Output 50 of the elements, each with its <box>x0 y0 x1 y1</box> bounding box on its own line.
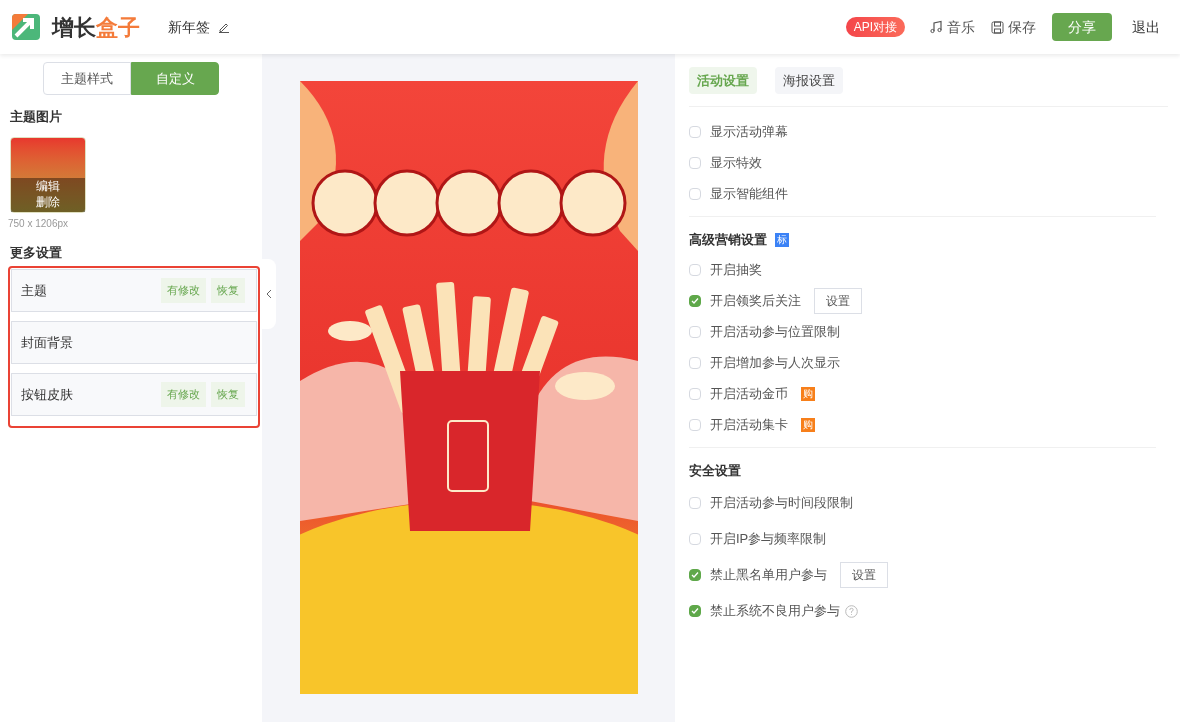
option-label: 开启活动金币 <box>710 384 788 403</box>
settings-tab[interactable]: 海报设置 <box>775 67 843 94</box>
help-icon[interactable] <box>845 604 858 618</box>
tag-badge: 标 <box>775 233 789 247</box>
option-label: 禁止系统不良用户参与 <box>710 602 840 621</box>
option-label: 显示智能组件 <box>710 184 788 203</box>
exit-button[interactable]: 退出 <box>1132 17 1160 37</box>
checkbox[interactable] <box>689 569 701 581</box>
settings-button[interactable]: 设置 <box>814 287 862 314</box>
image-size-caption: 750 x 1206px <box>8 216 70 231</box>
delete-link[interactable]: 删除 <box>36 193 60 210</box>
section-heading: 主题图片 <box>10 108 63 126</box>
modified-tag: 有修改 <box>161 278 206 303</box>
purchase-badge: 购 <box>801 386 815 401</box>
music-button[interactable]: 音乐 <box>929 17 975 37</box>
setting-item[interactable]: 按钮皮肤 有修改 恢复 <box>11 373 257 416</box>
mode-tab[interactable]: 主题样式 <box>43 62 131 95</box>
purchase-badge: 购 <box>801 417 815 432</box>
option-label: 开启IP参与频率限制 <box>710 530 827 549</box>
section-heading: 高级营销设置 <box>689 231 767 250</box>
option-label: 开启增加参与人次显示 <box>710 353 840 372</box>
music-note-icon <box>929 20 943 34</box>
brand-name: 增长 <box>52 13 96 42</box>
option-label: 开启领奖后关注 <box>710 291 801 310</box>
section-heading: 更多设置 <box>10 243 63 262</box>
setting-item[interactable]: 封面背景 <box>11 321 257 364</box>
option-label: 开启抽奖 <box>710 260 762 279</box>
setting-label: 主题 <box>21 281 48 300</box>
option-label: 禁止黑名单用户参与 <box>710 566 827 585</box>
growth-arrow-logo-icon <box>12 14 40 40</box>
document-title: 新年签 <box>168 18 210 37</box>
section-heading: 安全设置 <box>689 462 741 481</box>
pencil-icon[interactable] <box>218 21 230 33</box>
setting-item[interactable]: 主题 有修改 恢复 <box>11 269 257 312</box>
settings-button[interactable]: 设置 <box>840 562 888 588</box>
option-label: 开启活动参与时间段限制 <box>710 494 853 513</box>
checkbox[interactable] <box>689 605 701 617</box>
edit-link[interactable]: 编辑 <box>36 177 60 194</box>
option-label: 开启活动参与位置限制 <box>710 322 840 341</box>
chevron-left-icon <box>266 289 272 299</box>
option-label: 显示特效 <box>710 153 762 172</box>
setting-label: 封面背景 <box>21 333 74 352</box>
setting-label: 按钮皮肤 <box>21 385 74 404</box>
option-label: 显示活动弹幕 <box>710 122 788 141</box>
option-label: 开启活动集卡 <box>710 415 788 434</box>
collapse-handle[interactable] <box>262 259 276 329</box>
modified-tag: 有修改 <box>161 382 206 407</box>
brand-name: 盒子 <box>96 13 140 42</box>
save-button[interactable]: 保存 <box>991 17 1036 37</box>
checkbox[interactable] <box>689 294 701 307</box>
